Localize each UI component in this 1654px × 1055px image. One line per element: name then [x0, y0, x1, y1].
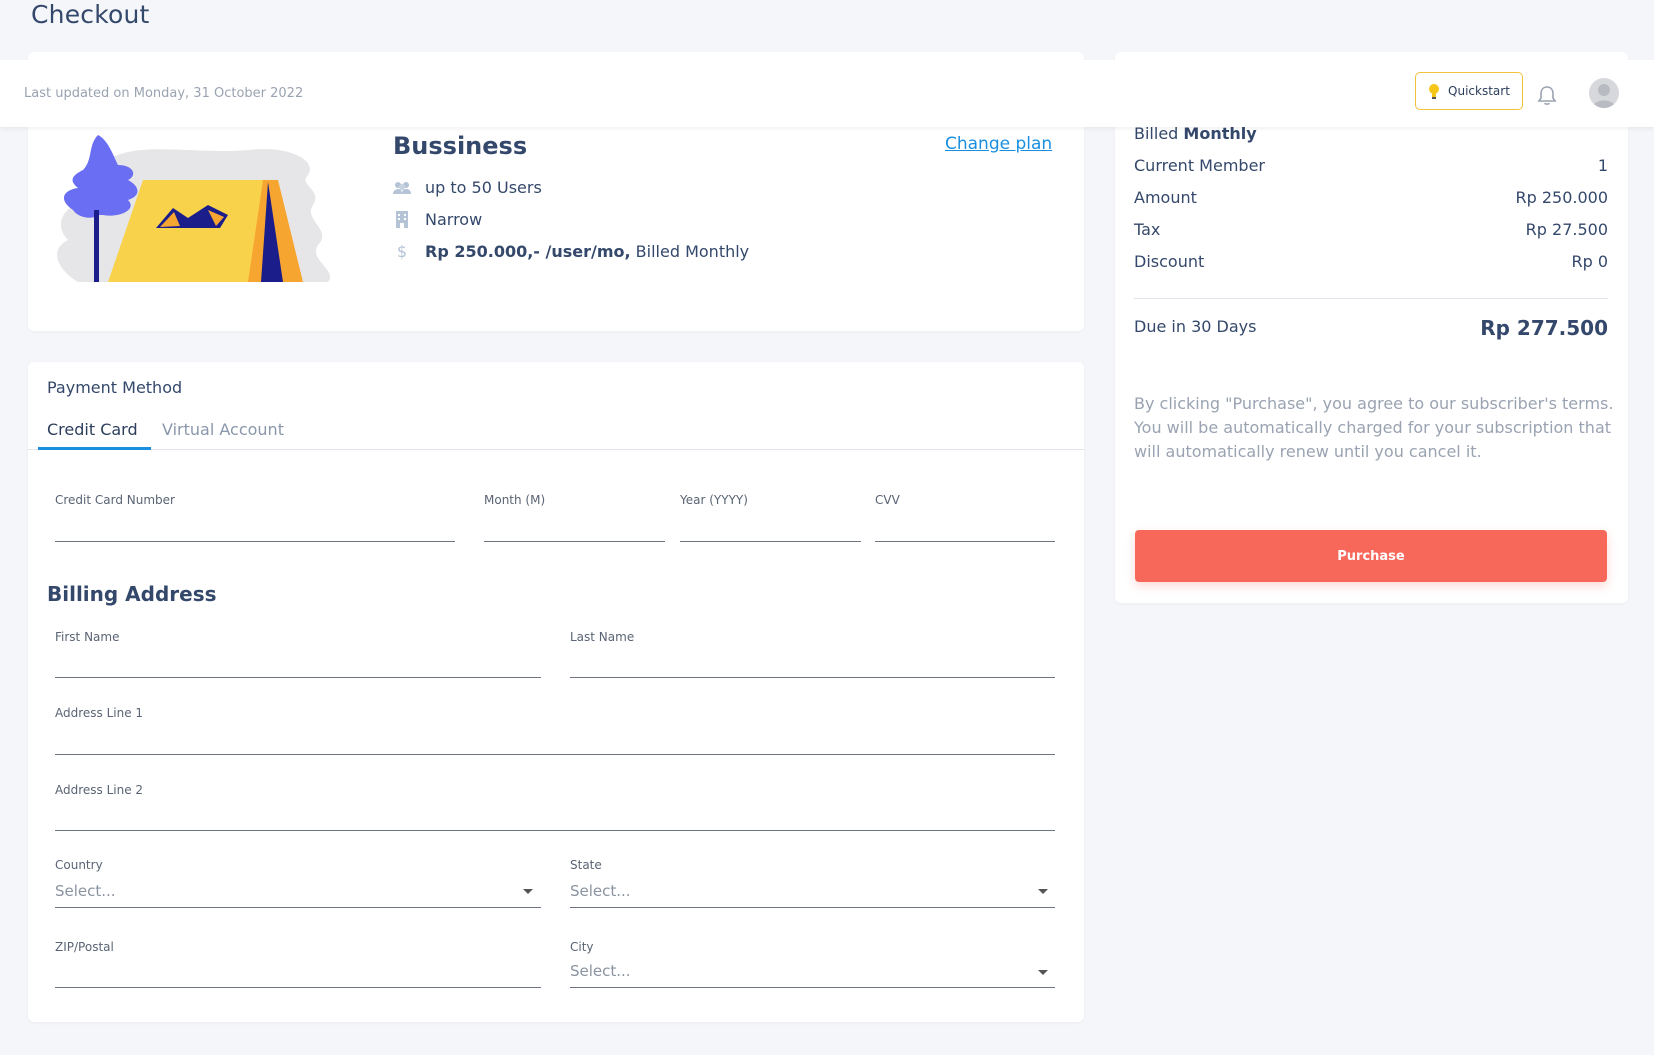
top-header-bar: Last updated on Monday, 31 October 2022 … [0, 60, 1654, 127]
month-input[interactable] [484, 541, 665, 542]
city-select[interactable]: Select... [570, 962, 631, 980]
state-label: State [570, 858, 602, 872]
first-name-label: First Name [55, 630, 120, 644]
summary-row-discount: Discount Rp 0 [1134, 252, 1608, 271]
payment-card [28, 362, 1084, 1022]
zip-input[interactable] [55, 987, 541, 988]
first-name-input[interactable] [55, 677, 541, 678]
state-select-underline [570, 907, 1055, 908]
feature-users: up to 50 Users [393, 178, 542, 197]
last-name-label: Last Name [570, 630, 635, 644]
card-number-input[interactable] [55, 541, 455, 542]
year-label: Year (YYYY) [680, 493, 748, 507]
dollar-icon: $ [396, 242, 408, 261]
lightbulb-icon [1428, 83, 1440, 99]
summary-label: Amount [1134, 188, 1197, 207]
purchase-button[interactable]: Purchase [1135, 530, 1607, 582]
summary-label: Discount [1134, 252, 1205, 271]
terms-text: By clicking "Purchase", you agree to our… [1134, 394, 1614, 461]
tab-credit-card[interactable]: Credit Card [47, 420, 138, 439]
last-updated-text: Last updated on Monday, 31 October 2022 [24, 86, 304, 101]
summary-divider [1134, 298, 1608, 299]
quickstart-button[interactable]: Quickstart [1415, 72, 1523, 110]
address-line-2-label: Address Line 2 [55, 783, 144, 797]
feature-size: Narrow [393, 210, 482, 229]
users-icon [393, 179, 411, 197]
summary-label: Current Member [1134, 156, 1265, 175]
card-number-label: Credit Card Number [55, 493, 175, 507]
feature-size-text: Narrow [425, 210, 483, 229]
tab-divider [28, 449, 1084, 450]
country-select-underline [55, 907, 541, 908]
summary-row-tax: Tax Rp 27.500 [1134, 220, 1608, 239]
price-suffix: Billed Monthly [630, 242, 750, 261]
active-tab-indicator [38, 447, 151, 450]
month-label: Month (M) [484, 493, 546, 507]
quickstart-label: Quickstart [1448, 84, 1510, 98]
state-select[interactable]: Select... [570, 882, 631, 900]
city-label: City [570, 940, 594, 954]
address-line-1-label: Address Line 1 [55, 706, 144, 720]
payment-method-title: Payment Method [47, 378, 183, 397]
chevron-down-icon[interactable] [523, 889, 533, 894]
due-label: Due in 30 Days [1134, 317, 1257, 336]
summary-value: 1 [1597, 156, 1608, 175]
building-icon [393, 211, 411, 229]
summary-value: Rp 27.500 [1525, 220, 1608, 239]
summary-value: Rp 0 [1571, 252, 1608, 271]
cvv-input[interactable] [875, 541, 1055, 542]
change-plan-link[interactable]: Change plan [945, 134, 1052, 154]
city-select-underline [570, 987, 1055, 988]
summary-label: Tax [1134, 220, 1161, 239]
chevron-down-icon[interactable] [1038, 970, 1048, 975]
price-bold: Rp 250.000,- /user/mo, [425, 242, 631, 261]
year-input[interactable] [680, 541, 861, 542]
feature-price-text: Rp 250.000,- /user/mo, Billed Monthly [425, 242, 749, 261]
feature-price: $ Rp 250.000,- /user/mo, Billed Monthly [393, 242, 749, 261]
summary-value: Rp 250.000 [1515, 188, 1608, 207]
page-title: Checkout [31, 0, 150, 29]
country-label: Country [55, 858, 103, 872]
feature-users-text: up to 50 Users [425, 178, 542, 197]
address-line-1-input[interactable] [55, 754, 1055, 755]
cvv-label: CVV [875, 493, 900, 507]
billing-address-title: Billing Address [47, 582, 217, 606]
last-name-input[interactable] [570, 677, 1055, 678]
summary-row-amount: Amount Rp 250.000 [1134, 188, 1608, 207]
tab-virtual-account[interactable]: Virtual Account [162, 420, 284, 439]
due-total: Rp 277.500 [1480, 316, 1608, 340]
address-line-2-input[interactable] [55, 830, 1055, 831]
summary-row-current-member: Current Member 1 [1134, 156, 1608, 175]
chevron-down-icon[interactable] [1038, 889, 1048, 894]
avatar[interactable] [1589, 78, 1619, 108]
tent-illustration [57, 135, 331, 282]
country-select[interactable]: Select... [55, 882, 116, 900]
zip-label: ZIP/Postal [55, 940, 114, 954]
bell-icon[interactable] [1536, 84, 1558, 106]
plan-name: Bussiness [393, 132, 528, 160]
